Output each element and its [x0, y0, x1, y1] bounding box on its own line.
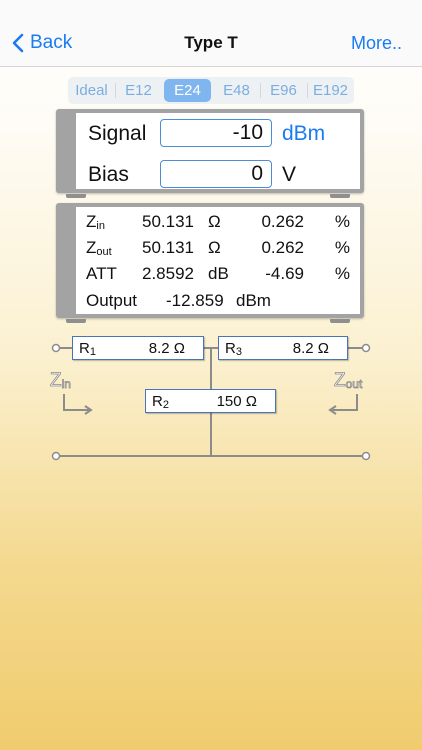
- segment-e192[interactable]: E192: [307, 77, 354, 104]
- bias-unit: V: [282, 163, 297, 186]
- panel-foot-left: [66, 194, 86, 198]
- att-value: 2.8592: [142, 264, 194, 283]
- r2-name: R2: [152, 393, 169, 411]
- results-panel: Zin 50.131 Ω 0.262 % Zout 50.131 Ω 0.262…: [56, 203, 364, 323]
- r3-name: R3: [225, 340, 242, 358]
- zin-unit: Ω: [208, 212, 221, 231]
- segment-e12[interactable]: E12: [115, 77, 162, 104]
- results-panel-body: Zin 50.131 Ω 0.262 % Zout 50.131 Ω 0.262…: [76, 207, 360, 314]
- signal-label: Signal: [88, 122, 147, 145]
- output-row: Output -12.859 dBm: [86, 291, 352, 315]
- zin-row: Zin 50.131 Ω 0.262 %: [86, 212, 352, 236]
- zout-error-unit: %: [334, 238, 350, 257]
- r1-value: 8.2 Ω: [148, 340, 185, 357]
- panel-foot-right: [330, 194, 350, 198]
- output-value: -12.859: [166, 291, 224, 310]
- zout-value: 50.131: [142, 238, 194, 257]
- segment-ideal[interactable]: Ideal: [68, 77, 115, 104]
- att-label: ATT: [86, 264, 117, 283]
- t-attenuator-circuit: R1 8.2 Ω R3 8.2 Ω R2 150 Ω Zin Zout: [0, 320, 422, 470]
- more-button[interactable]: More..: [351, 33, 402, 54]
- signal-input[interactable]: -10: [160, 119, 272, 147]
- att-row: ATT 2.8592 dB -4.69 %: [86, 264, 352, 288]
- signal-unit-button[interactable]: dBm: [282, 122, 325, 146]
- resistor-r3[interactable]: R3 8.2 Ω: [218, 336, 348, 360]
- bias-label: Bias: [88, 163, 129, 186]
- zin-value: 50.131: [142, 212, 194, 231]
- output-unit: dBm: [236, 291, 271, 310]
- zin-port-label: Zin: [50, 370, 72, 392]
- input-panel: Signal -10 dBm Bias 0 V: [56, 109, 364, 198]
- input-panel-body: Signal -10 dBm Bias 0 V: [76, 113, 360, 189]
- zout-port-label: Zout: [334, 370, 363, 392]
- segment-e24[interactable]: E24: [164, 79, 211, 102]
- att-error-unit: %: [334, 264, 350, 283]
- r1-name: R1: [79, 340, 96, 358]
- att-unit: dB: [208, 264, 229, 283]
- zin-error: 0.262: [261, 212, 304, 231]
- zout-row: Zout 50.131 Ω 0.262 %: [86, 238, 352, 262]
- segment-e48[interactable]: E48: [213, 77, 260, 104]
- r2-value: 150 Ω: [216, 393, 257, 410]
- bias-input[interactable]: 0: [160, 160, 272, 188]
- att-error: -4.69: [265, 264, 304, 283]
- output-label: Output: [86, 291, 138, 310]
- resistor-r1[interactable]: R1 8.2 Ω: [72, 336, 204, 360]
- series-segmented-control: Ideal E12 E24 E48 E96 E192: [68, 77, 354, 104]
- navigation-bar: Back Type T More..: [0, 0, 422, 67]
- r3-value: 8.2 Ω: [292, 340, 329, 357]
- zout-error: 0.262: [261, 238, 304, 257]
- zin-label: Zin: [86, 212, 105, 232]
- zout-unit: Ω: [208, 238, 221, 257]
- zout-label: Zout: [86, 238, 112, 258]
- zin-error-unit: %: [334, 212, 350, 231]
- resistor-r2[interactable]: R2 150 Ω: [145, 389, 276, 413]
- segment-e96[interactable]: E96: [260, 77, 307, 104]
